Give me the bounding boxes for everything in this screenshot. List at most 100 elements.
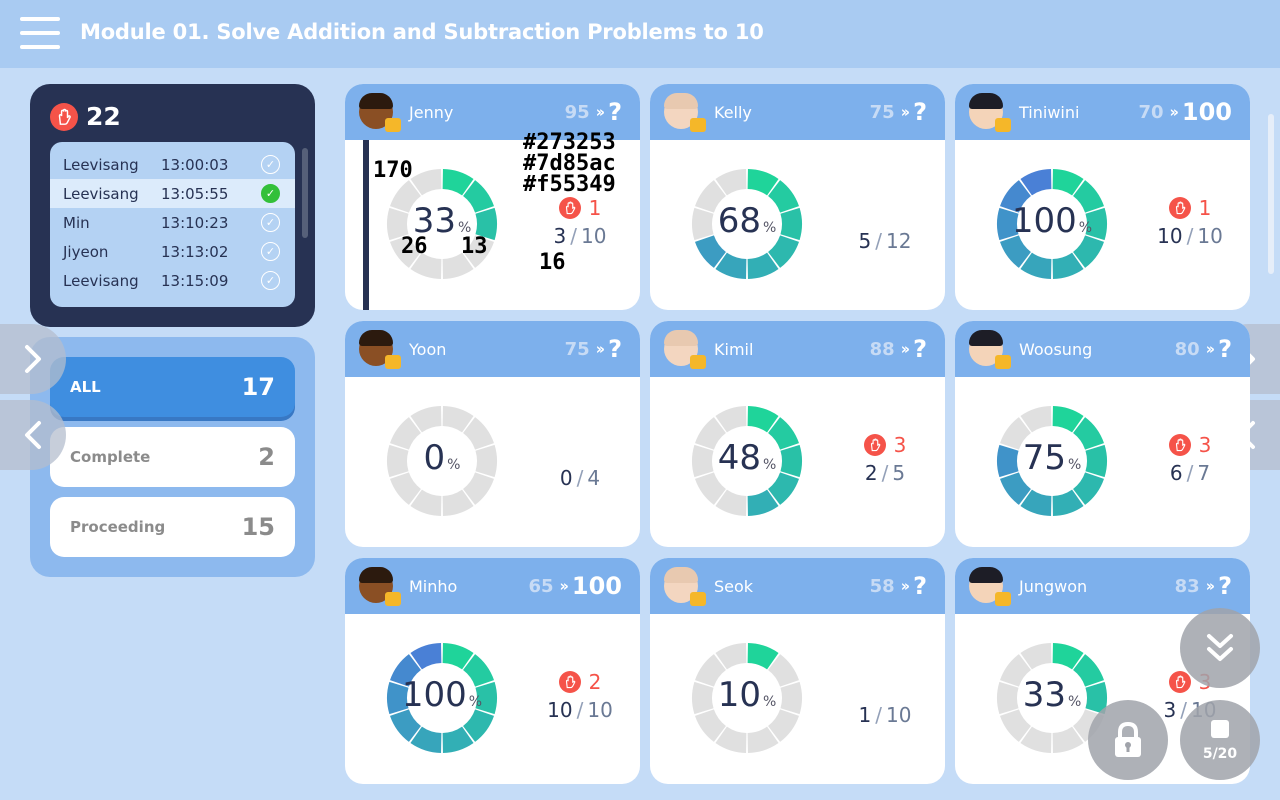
filter-label: Complete: [70, 448, 151, 466]
student-name: Leevisang: [63, 184, 139, 203]
stop-session-button[interactable]: 5/20: [1180, 700, 1260, 780]
check-icon[interactable]: ✓: [261, 242, 280, 261]
double-chevron-right-icon: ››: [1205, 340, 1216, 358]
top-bar: Module 01. Solve Addition and Subtractio…: [0, 0, 1280, 68]
percent-sign: %: [1067, 457, 1082, 473]
problems-fraction: 2/5: [840, 461, 930, 485]
problems-done: 10: [1157, 224, 1183, 248]
problems-done: 10: [547, 698, 573, 722]
problems-fraction: 1/10: [840, 703, 930, 727]
problems-fraction: 10/10: [535, 698, 625, 722]
student-name: Jiyeon: [63, 242, 109, 261]
chevron-right-icon: [25, 345, 41, 373]
percent-value: 100: [401, 675, 467, 715]
completion-percent: 100%: [377, 675, 507, 715]
completion-percent: 68%: [682, 201, 812, 241]
student-card-header: Minho 65 ›› 100: [345, 558, 640, 614]
annotation-bar-label: 170: [373, 158, 413, 183]
completion-percent: 100%: [987, 201, 1117, 241]
page-scrollbar[interactable]: [1268, 114, 1274, 274]
student-progress-info: 1/10: [840, 703, 930, 727]
student-card[interactable]: Tiniwini 70 ›› 100 100% 1 10/10: [955, 84, 1250, 310]
student-card[interactable]: Minho 65 ›› 100 100% 2 10/10: [345, 558, 640, 784]
problems-done: 2: [864, 461, 878, 485]
completion-percent: 10%: [682, 675, 812, 715]
fraction-separator: /: [875, 229, 883, 253]
student-card[interactable]: Kimil 88 ››? 48% 3 2/5: [650, 321, 945, 547]
student-card[interactable]: Woosung 80 ››? 75% 3 6/7: [955, 321, 1250, 547]
raised-hand-row[interactable]: Min 13:10:23 ✓: [50, 208, 295, 237]
double-chevron-right-icon: ››: [1205, 577, 1216, 595]
problems-fraction: 0/4: [535, 466, 625, 490]
previous-score: 88: [869, 338, 895, 360]
student-progress-info: 1 3/10: [535, 196, 625, 248]
problems-total: 12: [886, 229, 912, 253]
filter-count: 17: [241, 373, 275, 401]
current-score: ?: [1218, 335, 1232, 363]
current-score: 100: [571, 572, 622, 600]
raised-hands-badge: 3: [840, 433, 930, 457]
student-name: Seok: [714, 576, 754, 596]
student-name: Leevisang: [63, 271, 139, 290]
raised-hand-row[interactable]: Leevisang 13:15:09 ✓: [50, 266, 295, 295]
raised-hands-value: 3: [893, 433, 907, 457]
student-avatar: [660, 327, 706, 371]
student-name: Woosung: [1019, 339, 1093, 359]
student-progress-info: 1 10/10: [1145, 196, 1235, 248]
student-avatar: [660, 564, 706, 608]
percent-value: 75: [1022, 438, 1066, 478]
raised-hands-value: 2: [588, 670, 602, 694]
filter-label: ALL: [70, 378, 101, 396]
check-icon[interactable]: ✓: [261, 213, 280, 232]
hands-list-scrollbar[interactable]: [302, 148, 308, 238]
percent-sign: %: [1067, 694, 1082, 710]
percent-sign: %: [762, 694, 777, 710]
percent-sign: %: [468, 694, 483, 710]
score-comparison: 75 ››?: [565, 321, 622, 377]
student-name: Jenny: [409, 102, 454, 122]
percent-value: 100: [1011, 201, 1077, 241]
student-avatar: [355, 564, 401, 608]
percent-value: 0: [423, 438, 446, 478]
current-score: ?: [1218, 572, 1232, 600]
student-card[interactable]: Yoon 75 ››? 0% 0/4: [345, 321, 640, 547]
score-comparison: 58 ››?: [870, 558, 927, 614]
completion-percent: 33%: [377, 201, 507, 241]
student-name: Yoon: [409, 339, 447, 359]
student-card-header: Kelly 75 ››?: [650, 84, 945, 140]
student-avatar: [965, 90, 1011, 134]
check-icon[interactable]: ✓: [261, 271, 280, 290]
check-icon[interactable]: ✓: [261, 155, 280, 174]
current-score: 100: [1181, 98, 1232, 126]
raised-hands-value: 1: [1198, 196, 1212, 220]
percent-sign: %: [762, 457, 777, 473]
menu-icon[interactable]: [20, 17, 60, 49]
student-card[interactable]: Kelly 75 ››? 68% 5/12: [650, 84, 945, 310]
filter-proceeding-button[interactable]: Proceeding 15: [50, 497, 295, 557]
problems-total: 10: [886, 703, 912, 727]
percent-value: 33: [1022, 675, 1066, 715]
student-avatar: [965, 564, 1011, 608]
lock-button[interactable]: [1088, 700, 1168, 780]
score-comparison: 80 ››?: [1175, 321, 1232, 377]
scroll-down-button[interactable]: [1180, 608, 1260, 688]
student-name: Kimil: [714, 339, 754, 359]
score-comparison: 75 ››?: [870, 84, 927, 140]
student-name: Tiniwini: [1019, 102, 1080, 122]
student-progress-info: 2 10/10: [535, 670, 625, 722]
student-name: Minho: [409, 576, 458, 596]
raised-hand-row[interactable]: Leevisang 13:00:03 ✓: [50, 150, 295, 179]
student-avatar: [660, 90, 706, 134]
filter-all-button[interactable]: ALL 17: [50, 357, 295, 417]
raised-hands-list[interactable]: Leevisang 13:00:03 ✓ Leevisang 13:05:55 ✓ Min 1…: [50, 142, 295, 307]
filter-complete-button[interactable]: Complete 2: [50, 427, 295, 487]
problems-fraction: 5/12: [840, 229, 930, 253]
raised-hand-row[interactable]: Leevisang 13:05:55 ✓: [50, 179, 295, 208]
check-icon[interactable]: ✓: [261, 184, 280, 203]
previous-score: 65: [528, 575, 554, 597]
problems-total: 4: [587, 466, 601, 490]
student-card[interactable]: Seok 58 ››? 10% 1/10: [650, 558, 945, 784]
raised-hand-icon: [863, 434, 886, 456]
student-card[interactable]: Jenny 95 ››? 33% 1 3/10: [345, 84, 640, 310]
raised-hand-row[interactable]: Jiyeon 13:13:02 ✓: [50, 237, 295, 266]
